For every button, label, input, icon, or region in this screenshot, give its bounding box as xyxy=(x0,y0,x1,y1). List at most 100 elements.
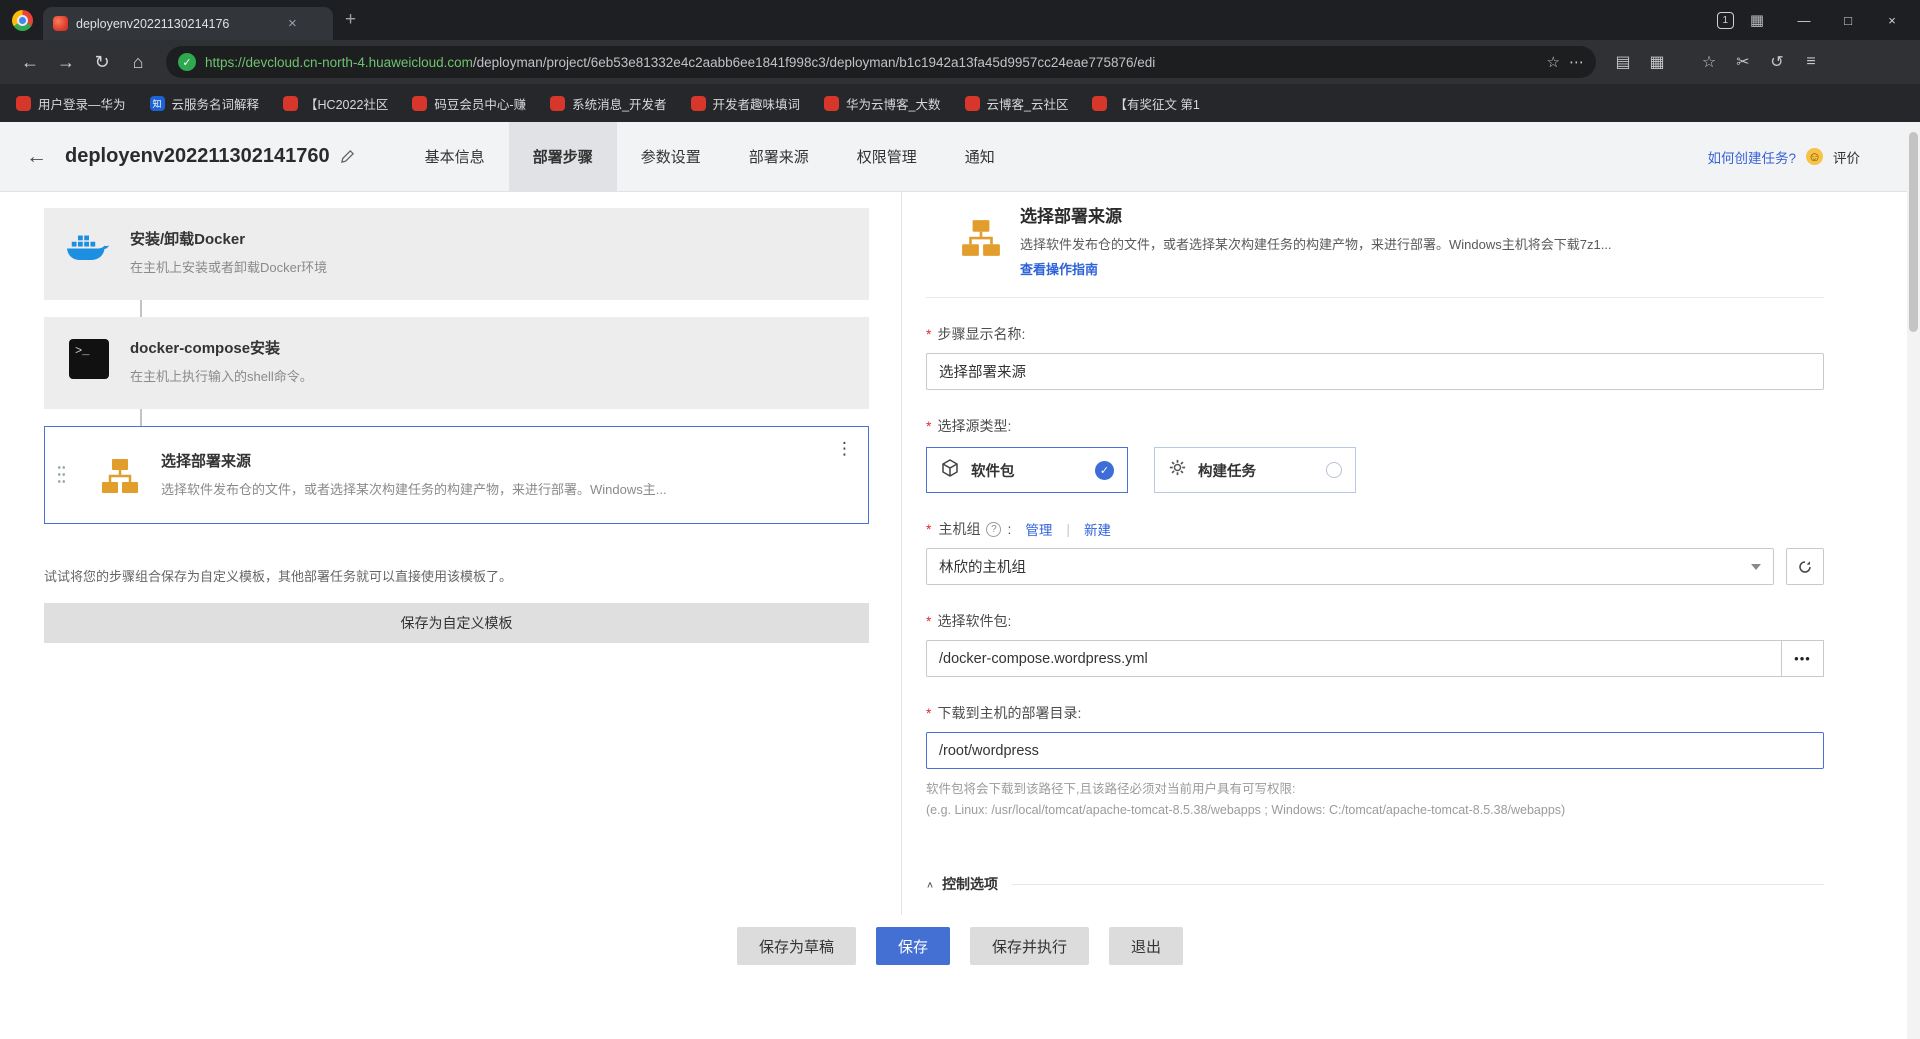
address-bar[interactable]: ✓ https://devcloud.cn-north-4.huaweiclou… xyxy=(166,46,1596,78)
tab-close-icon[interactable]: × xyxy=(284,14,301,33)
control-options-label: 控制选项 xyxy=(942,876,999,893)
tab-deploy-source[interactable]: 部署来源 xyxy=(725,122,833,192)
new-host-group-link[interactable]: 新建 xyxy=(1084,519,1111,539)
bookmark-item-8[interactable]: 云博客_云社区 xyxy=(964,94,1068,113)
how-to-create-task-link[interactable]: 如何创建任务? xyxy=(1707,147,1796,167)
gear-icon xyxy=(1168,458,1187,482)
window-close-button[interactable]: × xyxy=(1870,3,1914,37)
step-card-menu-icon[interactable]: ⋮ xyxy=(836,439,854,459)
browser-toolbar: ← → ↻ ⌂ ✓ https://devcloud.cn-north-4.hu… xyxy=(0,40,1920,84)
edit-title-pencil-icon[interactable] xyxy=(340,149,355,164)
deploy-dir-input[interactable] xyxy=(926,732,1824,769)
bookmark-favicon xyxy=(690,95,706,111)
tab-notifications[interactable]: 通知 xyxy=(941,122,1019,192)
package-browse-button[interactable]: ••• xyxy=(1782,640,1824,677)
collapse-caret-icon[interactable]: ∧ xyxy=(926,879,934,890)
bookmark-star-icon[interactable]: ☆ xyxy=(1547,53,1560,71)
history-undo-icon[interactable]: ↺ xyxy=(1762,52,1792,72)
footer-action-bar: 保存为草稿 保存 保存并执行 退出 xyxy=(0,915,1920,999)
bookmark-item-7[interactable]: 华为云博客_大数 xyxy=(824,94,941,113)
bookmark-item-1[interactable]: 用户登录—华为 xyxy=(16,94,126,113)
save-as-template-button[interactable]: 保存为自定义模板 xyxy=(44,603,869,643)
window-maximize-button[interactable]: □ xyxy=(1826,3,1870,37)
reload-icon[interactable]: ↻ xyxy=(86,46,118,78)
step-name-field: * 步骤显示名称: xyxy=(926,324,1824,390)
source-type-option-build-task[interactable]: 构建任务 xyxy=(1154,447,1356,493)
bookmark-item-9[interactable]: 【有奖征文 第1 xyxy=(1092,94,1200,113)
step-detail-panel: 选择部署来源 选择软件发布仓的文件，或者选择某次构建任务的构建产物，来进行部署。… xyxy=(902,192,1920,915)
back-nav-icon[interactable]: ← xyxy=(14,46,46,78)
save-button[interactable]: 保存 xyxy=(875,927,950,965)
bookmark-favicon xyxy=(1092,95,1108,111)
selected-check-icon: ✓ xyxy=(1095,460,1114,480)
source-type-option-package[interactable]: 软件包 ✓ xyxy=(926,447,1128,493)
bookmark-item-4[interactable]: 码豆会员中心-赚 xyxy=(412,94,526,113)
tab-basic-info[interactable]: 基本信息 xyxy=(401,122,509,192)
required-marker: * xyxy=(926,418,932,434)
step-card-select-source[interactable]: 选择部署来源 选择软件发布仓的文件，或者选择某次构建任务的构建产物，来进行部署。… xyxy=(44,426,869,524)
bookmark-favicon xyxy=(550,95,566,111)
guide-link[interactable]: 查看操作指南 xyxy=(1020,262,1098,277)
bookmark-favicon xyxy=(964,95,980,111)
forward-nav-icon[interactable]: → xyxy=(50,46,82,78)
tab-params[interactable]: 参数设置 xyxy=(617,122,725,192)
deploy-dir-field: * 下载到主机的部署目录: 软件包将会下载到该路径下,且该路径必须对当前用户具有可… xyxy=(926,703,1824,820)
tab-count-badge[interactable]: 1 xyxy=(1716,11,1734,29)
browser-menu-icon[interactable]: ≡ xyxy=(1796,53,1826,71)
bookmark-label: 系统消息_开发者 xyxy=(572,97,667,112)
host-group-select[interactable]: 林欣的主机组 xyxy=(926,548,1774,585)
tab-permissions[interactable]: 权限管理 xyxy=(833,122,941,192)
bookmark-item-2[interactable]: 知 云服务名词解释 xyxy=(149,94,260,113)
screenshot-scissors-icon[interactable]: ✂ xyxy=(1728,52,1758,72)
package-label: 选择软件包: xyxy=(937,613,1012,629)
browser-active-tab[interactable]: deployenv20221130214176 × xyxy=(43,7,333,40)
favorites-icon[interactable]: ☆ xyxy=(1694,52,1724,72)
chevron-down-icon xyxy=(1751,563,1761,570)
page-scrollbar[interactable] xyxy=(1907,122,1920,1039)
link-separator: | xyxy=(1066,521,1070,537)
manage-host-group-link[interactable]: 管理 xyxy=(1025,519,1052,539)
extension-apps-grid-icon[interactable]: ▦ xyxy=(1642,52,1672,72)
save-as-draft-button[interactable]: 保存为草稿 xyxy=(736,927,856,965)
extension-image-icon[interactable]: ▤ xyxy=(1608,52,1638,72)
refresh-host-group-button[interactable] xyxy=(1786,548,1824,585)
step-card-docker-compose[interactable]: >_ docker-compose安装 在主机上执行输入的shell命令。 xyxy=(44,317,869,409)
detail-title: 选择部署来源 xyxy=(1020,207,1122,226)
new-tab-button[interactable]: + xyxy=(333,9,368,31)
package-path-input[interactable] xyxy=(926,640,1782,677)
bookmark-favicon xyxy=(283,95,299,111)
feedback-smiley-icon[interactable]: ☺ xyxy=(1806,148,1823,165)
window-minimize-button[interactable]: — xyxy=(1782,3,1826,37)
detail-description: 选择软件发布仓的文件，或者选择某次构建任务的构建产物，来进行部署。Windows… xyxy=(1020,237,1612,252)
secure-site-icon[interactable]: ✓ xyxy=(178,53,196,71)
source-type-option-label: 构建任务 xyxy=(1198,463,1256,480)
step-name-input[interactable] xyxy=(926,353,1824,390)
rate-link[interactable]: 评价 xyxy=(1833,147,1860,167)
step-card-install-docker[interactable]: 安装/卸载Docker 在主机上安装或者卸载Docker环境 xyxy=(44,208,869,300)
url-text[interactable]: https://devcloud.cn-north-4.huaweicloud.… xyxy=(205,55,1538,70)
bookmark-item-5[interactable]: 系统消息_开发者 xyxy=(550,94,667,113)
source-type-field: * 选择源类型: 软件包 ✓ 构建任务 xyxy=(926,416,1824,493)
exit-button[interactable]: 退出 xyxy=(1109,927,1184,965)
help-question-icon[interactable]: ? xyxy=(986,521,1002,537)
tab-deploy-steps[interactable]: 部署步骤 xyxy=(508,121,617,192)
scrollbar-thumb[interactable] xyxy=(1909,132,1918,332)
home-icon[interactable]: ⌂ xyxy=(122,46,154,78)
bookmark-label: 云服务名词解释 xyxy=(171,97,260,112)
detail-header: 选择部署来源 选择软件发布仓的文件，或者选择某次构建任务的构建产物，来进行部署。… xyxy=(960,202,1824,279)
url-path: /deployman/project/6eb53e81332e4c2aabb6e… xyxy=(472,54,1156,70)
browser-extension-icon[interactable]: ▦ xyxy=(1750,11,1764,29)
bookmark-label: 【HC2022社区 xyxy=(305,97,389,112)
bookmark-item-3[interactable]: 【HC2022社区 xyxy=(283,94,388,113)
step-connector-line xyxy=(140,300,142,317)
url-more-icon[interactable]: ⋯ xyxy=(1569,53,1584,71)
drag-handle-icon[interactable] xyxy=(57,464,66,486)
bookmark-label: 华为云博客_大数 xyxy=(846,97,941,112)
bookmark-favicon xyxy=(16,95,31,111)
control-options-section[interactable]: ∧ 控制选项 xyxy=(926,874,1824,894)
page-back-icon[interactable]: ← xyxy=(26,145,47,169)
bookmark-item-6[interactable]: 开发者趣味填词 xyxy=(690,94,800,113)
save-and-run-button[interactable]: 保存并执行 xyxy=(970,927,1090,965)
package-box-icon xyxy=(940,458,960,483)
step-card-title: 安装/卸载Docker xyxy=(130,231,246,248)
